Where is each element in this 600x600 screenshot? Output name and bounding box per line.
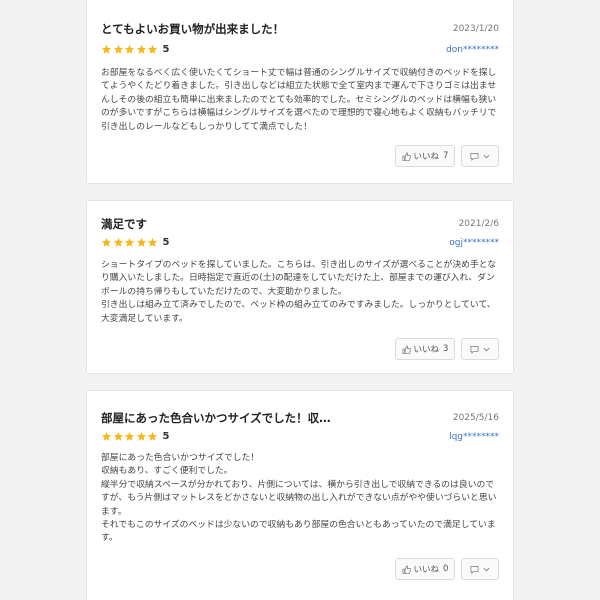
more-options-button[interactable] [461, 558, 499, 580]
review-date: 2021/2/6 [458, 219, 499, 229]
reviewer-name[interactable]: don******** [446, 44, 499, 56]
review-title: 部屋にあった色合いかつサイズでした！収… [101, 411, 331, 425]
like-button[interactable]: いいね 0 [395, 558, 455, 580]
star-rating [101, 237, 159, 248]
review-date: 2025/5/16 [452, 413, 499, 423]
rating-row: 5 [101, 42, 169, 56]
review-actions: いいね 3 [395, 338, 499, 360]
star-icon [147, 237, 158, 247]
star-icon [113, 237, 123, 247]
star-icon [124, 237, 135, 247]
chevron-down-icon [483, 567, 490, 571]
star-icon [136, 431, 146, 441]
reviewer-name[interactable]: ogj******** [449, 237, 499, 249]
review-card: 満足です 2021/2/6 5 ogj******** ショートタイプのベッドを… [86, 200, 514, 374]
chevron-down-icon [483, 154, 490, 158]
rating-row: 5 [101, 235, 169, 249]
star-icon [101, 237, 112, 247]
rating-value: 5 [162, 236, 170, 248]
thumbs-up-icon [402, 565, 411, 574]
review-title: とてもよいお買い物が出来ました！ [101, 22, 285, 36]
like-label: いいね [413, 345, 440, 355]
like-label: いいね [413, 152, 440, 162]
review-card: 部屋にあった色合いかつサイズでした！収… 2025/5/16 5 lqg****… [86, 390, 514, 600]
review-body: お部屋をなるべく広く使いたくてショート丈で幅は普通のシングルサイズで収納付きのベ… [101, 68, 497, 132]
star-icon [147, 431, 158, 441]
star-icon [101, 431, 112, 441]
more-options-button[interactable] [461, 338, 499, 360]
review-body: ショートタイプのベッドを探していました。こちらは、引き出しのサイズが選べることが… [101, 260, 497, 324]
review-actions: いいね 7 [395, 145, 499, 167]
like-count: 7 [443, 151, 449, 161]
chevron-down-icon [483, 347, 490, 351]
like-button[interactable]: いいね 3 [395, 338, 455, 360]
comment-icon [470, 565, 479, 574]
rating-value: 5 [162, 43, 170, 55]
comment-icon [470, 152, 479, 161]
star-icon [124, 431, 135, 441]
star-icon [124, 44, 135, 54]
like-button[interactable]: いいね 7 [395, 145, 455, 167]
review-title: 満足です [101, 217, 147, 231]
like-label: いいね [413, 565, 440, 575]
like-count: 0 [443, 564, 449, 574]
star-icon [147, 44, 158, 54]
review-card: とてもよいお買い物が出来ました！ 2023/1/20 5 don********… [86, 0, 514, 184]
review-actions: いいね 0 [395, 558, 499, 580]
rating-value: 5 [162, 430, 170, 442]
star-icon [101, 44, 112, 54]
star-icon [113, 44, 123, 54]
rating-row: 5 [101, 429, 169, 443]
star-icon [113, 431, 123, 441]
like-count: 3 [443, 344, 449, 354]
review-date: 2023/1/20 [452, 24, 499, 34]
thumbs-up-icon [402, 152, 411, 161]
star-icon [136, 237, 146, 247]
reviewer-name[interactable]: lqg******** [449, 431, 499, 443]
review-list: とてもよいお買い物が出来ました！ 2023/1/20 5 don********… [0, 0, 600, 600]
star-rating [101, 44, 159, 55]
star-rating [101, 431, 159, 442]
thumbs-up-icon [402, 345, 411, 354]
comment-icon [470, 345, 479, 354]
review-body: 部屋にあった色合いかつサイズでした！ 収納もあり、すごく便利でした。 縦半分で収… [101, 453, 497, 544]
star-icon [136, 44, 146, 54]
more-options-button[interactable] [461, 145, 499, 167]
